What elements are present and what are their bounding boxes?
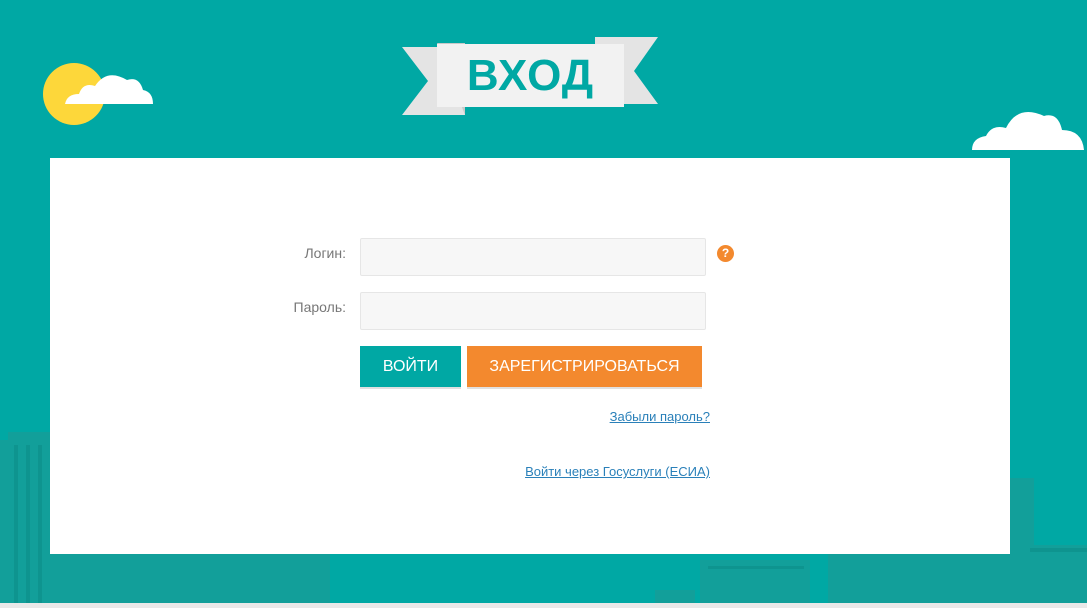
password-input[interactable] bbox=[360, 292, 706, 330]
bottom-strip bbox=[0, 603, 1087, 608]
login-button[interactable]: ВОЙТИ bbox=[360, 346, 461, 387]
page-title: ВХОД bbox=[466, 51, 595, 100]
login-input[interactable] bbox=[360, 238, 706, 276]
cloud-icon bbox=[972, 112, 1084, 150]
cloud-icon bbox=[65, 75, 153, 104]
password-label: Пароль: bbox=[293, 299, 346, 315]
login-label: Логин: bbox=[304, 245, 346, 261]
gosuslugi-login-link[interactable]: Войти через Госуслуги (ЕСИА) bbox=[525, 464, 710, 479]
register-button[interactable]: ЗАРЕГИСТРИРОВАТЬСЯ bbox=[467, 346, 702, 387]
login-card: Логин: ? Пароль: ВОЙТИ ЗАРЕГИСТРИРОВАТЬС… bbox=[50, 158, 1010, 554]
help-icon[interactable]: ? bbox=[717, 245, 734, 262]
forgot-password-link[interactable]: Забыли пароль? bbox=[610, 409, 710, 424]
